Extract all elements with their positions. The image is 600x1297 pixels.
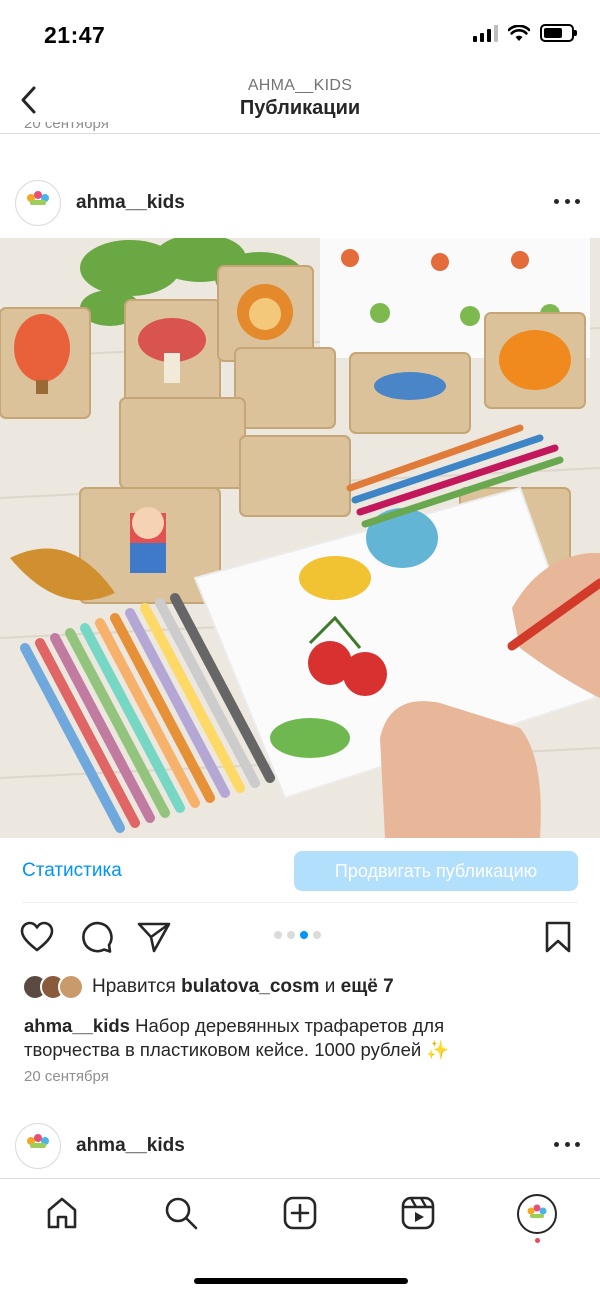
more-options-button[interactable]	[552, 1132, 582, 1156]
previous-post-date: 20 сентября	[24, 122, 109, 132]
like-button[interactable]	[18, 918, 56, 956]
header-account-name: AHMA__KIDS	[247, 77, 353, 94]
likes-text[interactable]: Нравится bulatova_cosm и ещё 7	[92, 976, 394, 998]
statistics-link[interactable]: Статистика	[22, 860, 122, 882]
next-post-header: ahma__kids	[0, 1118, 600, 1178]
carousel-dot	[274, 931, 282, 939]
bookmark-icon	[545, 921, 571, 953]
tab-profile[interactable]	[517, 1194, 557, 1234]
share-icon	[137, 922, 171, 953]
liker-avatars	[22, 974, 88, 1000]
save-button[interactable]	[539, 918, 577, 956]
reels-icon	[401, 1196, 435, 1230]
status-time: 21:47	[44, 22, 106, 48]
tab-search[interactable]	[161, 1193, 201, 1233]
promote-post-button[interactable]: Продвигать публикацию	[294, 851, 578, 891]
post-header: ahma__kids	[0, 175, 600, 235]
divider	[22, 902, 578, 903]
status-bar: 21:47	[0, 0, 600, 70]
post-photo[interactable]	[0, 238, 600, 838]
avatar[interactable]	[15, 180, 61, 226]
tab-reels[interactable]	[398, 1193, 438, 1233]
add-icon	[283, 1196, 317, 1230]
profile-avatar	[521, 1198, 553, 1230]
heart-icon	[20, 921, 54, 952]
cellular-signal-icon	[473, 24, 498, 42]
status-icons	[473, 24, 577, 42]
carousel-dot	[313, 931, 321, 939]
comment-button[interactable]	[77, 918, 115, 956]
comment-icon	[82, 921, 113, 953]
home-icon	[47, 1197, 77, 1229]
page-title: Публикации	[239, 97, 361, 119]
carousel-dot	[287, 931, 295, 939]
post-username[interactable]: ahma__kids	[76, 192, 185, 214]
caption-username[interactable]: ahma__kids	[24, 1015, 130, 1036]
wifi-icon	[508, 24, 530, 41]
likes-row[interactable]: Нравится bulatova_cosm и ещё 7	[22, 973, 394, 1001]
carousel-dot-active	[300, 931, 308, 939]
notification-dot	[535, 1238, 540, 1243]
tab-create[interactable]	[280, 1193, 320, 1233]
liker-avatar	[58, 974, 84, 1000]
carousel-indicator	[274, 931, 321, 939]
post-date: 20 сентября	[24, 1068, 109, 1085]
post-caption: ahma__kids Набор деревянных трафаретов д…	[24, 1014, 544, 1062]
more-options-button[interactable]	[552, 189, 582, 213]
bottom-tab-bar	[0, 1178, 600, 1250]
next-post-username[interactable]: ahma__kids	[76, 1135, 185, 1157]
home-indicator	[194, 1278, 408, 1284]
battery-icon	[540, 24, 577, 42]
share-button[interactable]	[135, 918, 173, 956]
tab-home[interactable]	[42, 1193, 82, 1233]
search-icon	[165, 1197, 198, 1230]
avatar[interactable]	[15, 1123, 61, 1169]
